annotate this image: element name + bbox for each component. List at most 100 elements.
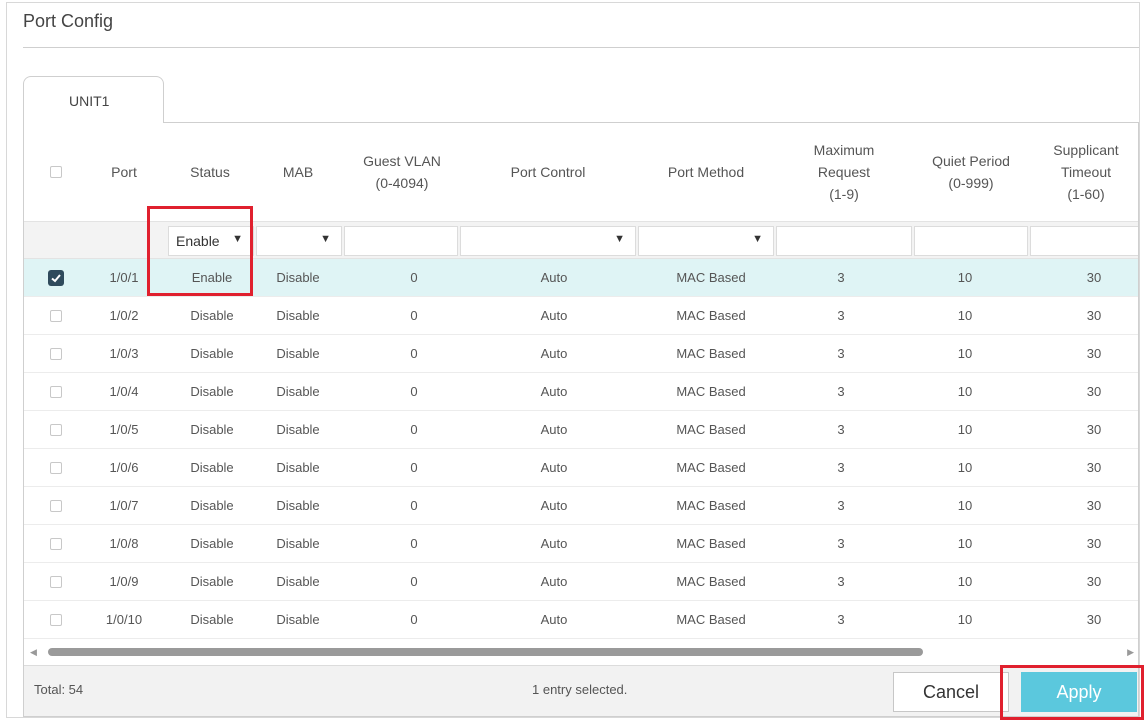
table-row[interactable]: 1/0/3 Disable Disable 0 Auto MAC Based 3 10 30 bbox=[24, 335, 1138, 373]
port-control-filter-select[interactable]: ▼ bbox=[460, 226, 636, 256]
table-row[interactable]: 1/0/10 Disable Disable 0 Auto MAC Based 3 10 30 bbox=[24, 601, 1138, 639]
cell-quiet-period: 10 bbox=[957, 536, 973, 551]
row-checkbox[interactable] bbox=[50, 348, 62, 360]
horizontal-scrollbar[interactable]: ◀ ▶ bbox=[24, 646, 1138, 658]
row-checkbox[interactable] bbox=[50, 424, 62, 436]
cell-quiet-period: 10 bbox=[957, 498, 973, 513]
cell-max-request: 3 bbox=[837, 498, 845, 513]
cell-quiet-period: 10 bbox=[957, 346, 973, 361]
cell-supplicant-timeout: 30 bbox=[1086, 498, 1102, 513]
header-port-method[interactable]: Port Method bbox=[638, 123, 774, 221]
port-config-frame: Port Config UNIT1 Port Status MAB Guest … bbox=[6, 2, 1140, 718]
cell-guest-vlan: 0 bbox=[410, 536, 418, 551]
cell-mab: Disable bbox=[276, 308, 320, 323]
cell-max-request: 3 bbox=[837, 574, 845, 589]
cell-status: Disable bbox=[190, 536, 234, 551]
cell-supplicant-timeout: 30 bbox=[1086, 308, 1102, 323]
cell-status: Disable bbox=[190, 574, 234, 589]
header-mab[interactable]: MAB bbox=[256, 123, 340, 221]
scrollbar-thumb[interactable] bbox=[48, 648, 923, 656]
header-port[interactable]: Port bbox=[96, 123, 152, 221]
table-footer: Total: 54 1 entry selected. Cancel Apply bbox=[24, 665, 1138, 716]
cell-quiet-period: 10 bbox=[957, 612, 973, 627]
header-supplicant-timeout[interactable]: Supplicant Timeout (1-60) bbox=[1030, 123, 1138, 221]
cell-port-method: MAC Based bbox=[676, 346, 746, 361]
cell-status: Disable bbox=[190, 612, 234, 627]
cell-status: Disable bbox=[190, 498, 234, 513]
cell-port-control: Auto bbox=[540, 536, 568, 551]
row-checkbox[interactable] bbox=[50, 462, 62, 474]
row-checkbox[interactable] bbox=[50, 310, 62, 322]
cell-status: Disable bbox=[190, 460, 234, 475]
header-guest-vlan[interactable]: Guest VLAN (0-4094) bbox=[344, 123, 460, 221]
cell-quiet-period: 10 bbox=[957, 460, 973, 475]
table-row[interactable]: 1/0/9 Disable Disable 0 Auto MAC Based 3 10 30 bbox=[24, 563, 1138, 601]
cell-port: 1/0/7 bbox=[109, 498, 139, 513]
cell-quiet-period: 10 bbox=[957, 422, 973, 437]
cell-guest-vlan: 0 bbox=[410, 498, 418, 513]
scroll-right-arrow-icon[interactable]: ▶ bbox=[1127, 646, 1134, 658]
cell-mab: Disable bbox=[276, 612, 320, 627]
chevron-down-icon: ▼ bbox=[614, 233, 625, 245]
cell-port-method: MAC Based bbox=[676, 498, 746, 513]
header-max-request[interactable]: Maximum Request (1-9) bbox=[776, 123, 912, 221]
cell-port-method: MAC Based bbox=[676, 536, 746, 551]
cell-port: 1/0/3 bbox=[109, 346, 139, 361]
cell-port: 1/0/6 bbox=[109, 460, 139, 475]
chevron-down-icon: ▼ bbox=[320, 233, 331, 245]
cell-port: 1/0/9 bbox=[109, 574, 139, 589]
table-row[interactable]: 1/0/7 Disable Disable 0 Auto MAC Based 3 10 30 bbox=[24, 487, 1138, 525]
mab-filter-select[interactable]: ▼ bbox=[256, 226, 342, 256]
cell-guest-vlan: 0 bbox=[410, 422, 418, 437]
cell-max-request: 3 bbox=[837, 384, 845, 399]
table-row[interactable]: 1/0/4 Disable Disable 0 Auto MAC Based 3 10 30 bbox=[24, 373, 1138, 411]
row-checkbox[interactable] bbox=[50, 614, 62, 626]
cell-mab: Disable bbox=[276, 460, 320, 475]
cell-guest-vlan: 0 bbox=[410, 574, 418, 589]
guest-vlan-filter-input[interactable] bbox=[344, 226, 458, 256]
table-row[interactable]: 1/0/8 Disable Disable 0 Auto MAC Based 3 10 30 bbox=[24, 525, 1138, 563]
quiet-period-filter-input[interactable] bbox=[914, 226, 1028, 256]
table-row[interactable]: 1/0/2 Disable Disable 0 Auto MAC Based 3 10 30 bbox=[24, 297, 1138, 335]
row-checkbox[interactable] bbox=[50, 538, 62, 550]
cell-port-method: MAC Based bbox=[676, 308, 746, 323]
cell-port-control: Auto bbox=[540, 308, 568, 323]
cell-port-method: MAC Based bbox=[676, 384, 746, 399]
cell-max-request: 3 bbox=[837, 270, 845, 285]
table-row[interactable]: 1/0/6 Disable Disable 0 Auto MAC Based 3 10 30 bbox=[24, 449, 1138, 487]
cell-port-method: MAC Based bbox=[676, 460, 746, 475]
table-row[interactable]: 1/0/5 Disable Disable 0 Auto MAC Based 3 10 30 bbox=[24, 411, 1138, 449]
cell-supplicant-timeout: 30 bbox=[1086, 460, 1102, 475]
row-checkbox[interactable] bbox=[48, 270, 64, 286]
cell-port: 1/0/2 bbox=[109, 308, 139, 323]
cell-guest-vlan: 0 bbox=[410, 384, 418, 399]
cell-supplicant-timeout: 30 bbox=[1086, 574, 1102, 589]
cell-mab: Disable bbox=[276, 346, 320, 361]
cell-status: Disable bbox=[190, 346, 234, 361]
scroll-left-arrow-icon[interactable]: ◀ bbox=[30, 646, 37, 658]
cell-max-request: 3 bbox=[837, 346, 845, 361]
cell-port-method: MAC Based bbox=[676, 612, 746, 627]
cell-port: 1/0/5 bbox=[109, 422, 139, 437]
cell-port-method: MAC Based bbox=[676, 270, 746, 285]
row-checkbox[interactable] bbox=[50, 576, 62, 588]
max-request-filter-input[interactable] bbox=[776, 226, 912, 256]
row-checkbox[interactable] bbox=[50, 386, 62, 398]
cell-quiet-period: 10 bbox=[957, 384, 973, 399]
port-method-filter-select[interactable]: ▼ bbox=[638, 226, 774, 256]
cell-guest-vlan: 0 bbox=[410, 270, 418, 285]
header-quiet-period[interactable]: Quiet Period (0-999) bbox=[914, 123, 1028, 221]
cancel-button[interactable]: Cancel bbox=[893, 672, 1009, 712]
cell-port-method: MAC Based bbox=[676, 574, 746, 589]
total-count: Total: 54 bbox=[34, 682, 84, 697]
cell-mab: Disable bbox=[276, 498, 320, 513]
cell-mab: Disable bbox=[276, 574, 320, 589]
tab-unit1[interactable]: UNIT1 bbox=[23, 76, 164, 123]
row-checkbox[interactable] bbox=[50, 500, 62, 512]
select-all-checkbox[interactable] bbox=[50, 166, 62, 178]
cell-guest-vlan: 0 bbox=[410, 346, 418, 361]
header-port-control[interactable]: Port Control bbox=[460, 123, 636, 221]
supplicant-timeout-filter-input[interactable] bbox=[1030, 226, 1138, 256]
status-highlight-box bbox=[147, 206, 253, 296]
cell-status: Disable bbox=[190, 422, 234, 437]
